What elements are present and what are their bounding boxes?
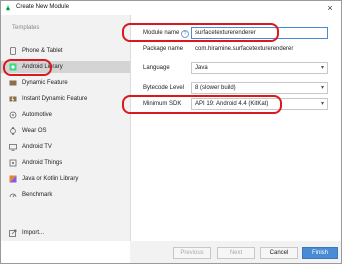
bytecode-level-select[interactable]: 8 (slower build) ▾ <box>191 82 328 94</box>
package-name-label: Package name <box>143 46 184 52</box>
chevron-down-icon: ▾ <box>320 65 324 71</box>
annotation-highlight-android-library <box>3 59 52 76</box>
previous-button[interactable]: Previous <box>173 247 211 259</box>
sidebar-item-label: Dynamic Feature <box>22 80 68 86</box>
sidebar-item-label: Android TV <box>22 144 52 150</box>
bytecode-level-label: Bytecode Level <box>143 85 185 91</box>
templates-heading: Templates <box>12 25 40 31</box>
sidebar-item-label: Android Things <box>22 160 63 166</box>
sidebar-item-android-things[interactable]: Android Things <box>1 157 130 169</box>
dynamic-feature-icon <box>9 79 17 87</box>
title-bar: Create New Module × <box>1 1 341 15</box>
close-icon[interactable]: × <box>325 2 335 14</box>
phone-tablet-icon <box>9 47 17 55</box>
sidebar-item-wear-os[interactable]: Wear OS <box>1 125 130 137</box>
sidebar-item-phone-tablet[interactable]: Phone & Tablet <box>1 45 130 57</box>
chevron-down-icon: ▾ <box>320 85 324 91</box>
sidebar-item-benchmark[interactable]: Benchmark <box>1 189 130 201</box>
finish-button[interactable]: Finish <box>302 247 338 259</box>
java-kotlin-library-icon <box>9 175 17 183</box>
wear-os-icon <box>9 127 17 135</box>
sidebar-item-label: Phone & Tablet <box>22 48 63 54</box>
package-name-input[interactable]: com.hiramine.surfacetexturerenderer <box>191 43 328 55</box>
android-tv-icon <box>9 143 17 151</box>
android-studio-icon <box>5 4 11 11</box>
import-label: Import... <box>22 230 45 236</box>
language-value: Java <box>195 65 208 71</box>
annotation-highlight-minimum-sdk <box>122 95 282 114</box>
import-icon <box>9 229 17 237</box>
sidebar-item-label: Wear OS <box>22 128 47 134</box>
language-select[interactable]: Java ▾ <box>191 62 328 74</box>
benchmark-icon <box>9 191 17 199</box>
language-label: Language <box>143 65 170 71</box>
sidebar-item-label: Automotive <box>22 112 53 118</box>
sidebar-item-java-kotlin-library[interactable]: Java or Kotlin Library <box>1 173 130 185</box>
next-button[interactable]: Next <box>217 247 255 259</box>
automotive-icon <box>9 111 17 119</box>
bytecode-level-value: 8 (slower build) <box>195 85 236 91</box>
import-item[interactable]: Import... <box>1 227 130 239</box>
sidebar-item-instant-dynamic-feature[interactable]: Instant Dynamic Feature <box>1 93 130 105</box>
template-sidebar: Templates Phone & Tablet Android Library… <box>1 15 131 241</box>
sidebar-item-label: Java or Kotlin Library <box>22 176 79 182</box>
create-module-dialog: Create New Module × Templates Phone & Ta… <box>0 0 342 264</box>
chevron-down-icon: ▾ <box>320 101 324 107</box>
android-things-icon <box>9 159 17 167</box>
window-title: Create New Module <box>16 4 70 10</box>
sidebar-item-label: Benchmark <box>22 192 53 198</box>
sidebar-item-dynamic-feature[interactable]: Dynamic Feature <box>1 77 130 89</box>
cancel-button[interactable]: Cancel <box>260 247 298 259</box>
sidebar-item-android-tv[interactable]: Android TV <box>1 141 130 153</box>
instant-dynamic-feature-icon <box>9 95 17 103</box>
dialog-footer: Previous Next Cancel Finish <box>130 241 341 263</box>
sidebar-item-automotive[interactable]: Automotive <box>1 109 130 121</box>
annotation-highlight-module-name <box>122 23 279 42</box>
sidebar-item-label: Instant Dynamic Feature <box>22 96 88 102</box>
